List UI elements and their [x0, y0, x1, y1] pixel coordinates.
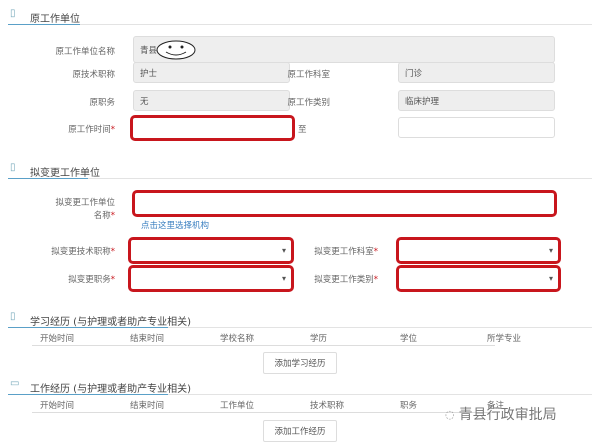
study-history-header: ▯ 学习经历 (与护理或者助产专业相关)	[8, 311, 592, 328]
category-field[interactable]: 临床护理	[398, 90, 555, 111]
new-position-select[interactable]	[128, 265, 294, 292]
section-title: 原工作单位	[30, 14, 80, 25]
unit-name-field[interactable]: 青县	[133, 36, 555, 63]
column-header: 学历	[310, 334, 328, 344]
column-header: 工作单位	[220, 401, 255, 411]
new-dept-label: 拟变更工作科室*	[314, 247, 378, 257]
watermark: ◌ 青县行政审批局	[445, 404, 557, 424]
work-time-start-input[interactable]	[130, 115, 295, 141]
position-value: 无	[140, 96, 149, 107]
column-header: 学校名称	[220, 334, 255, 344]
tech-title-value: 护士	[140, 68, 158, 79]
column-header: 学位	[400, 334, 418, 344]
column-header: 开始时间	[40, 401, 75, 411]
work-time-label: 原工作时间*	[68, 125, 115, 135]
category-label: 原工作类别	[287, 98, 330, 108]
column-header: 职务	[400, 401, 418, 411]
position-label: 原职务	[89, 98, 115, 108]
column-header: 技术职称	[310, 401, 345, 411]
category-value: 临床护理	[405, 96, 440, 107]
new-unit-label: 拟变更工作单位 名称*	[55, 198, 115, 221]
column-header: 所学专业	[487, 334, 522, 344]
briefcase-icon: ▭	[10, 378, 20, 389]
section-new-unit-header: ▯ 拟变更工作单位	[8, 162, 592, 179]
building-icon: ▯	[10, 162, 16, 173]
section-original-unit-header: ▯ 原工作单位	[8, 8, 592, 25]
smiley-icon	[156, 40, 196, 59]
work-history-header: ▭ 工作经历 (与护理或者助产专业相关)	[8, 378, 592, 395]
building-icon: ▯	[10, 8, 16, 19]
new-category-select[interactable]	[396, 265, 561, 292]
tech-title-field[interactable]: 护士	[133, 62, 290, 83]
select-org-link[interactable]: 点击这里选择机构	[141, 219, 209, 231]
dept-field[interactable]: 门诊	[398, 62, 555, 83]
new-dept-select[interactable]	[396, 237, 561, 264]
dept-label: 原工作科室	[287, 70, 330, 80]
section-underline	[8, 394, 168, 395]
section-title: 工作经历 (与护理或者助产专业相关)	[30, 384, 191, 395]
book-icon: ▯	[10, 311, 16, 322]
add-study-button[interactable]: 添加学习经历	[263, 352, 337, 374]
work-time-end-input[interactable]	[398, 117, 555, 138]
section-underline	[8, 178, 88, 179]
new-position-label: 拟变更职务*	[68, 275, 115, 285]
new-category-label: 拟变更工作类别*	[314, 275, 378, 285]
column-header: 结束时间	[130, 334, 165, 344]
table-divider	[32, 412, 495, 413]
new-unit-input[interactable]	[132, 190, 557, 217]
tech-title-label: 原技术职称	[72, 70, 115, 80]
to-label: 至	[298, 125, 307, 135]
column-header: 开始时间	[40, 334, 75, 344]
section-underline	[8, 24, 80, 25]
watermark-text: 青县行政审批局	[458, 407, 557, 423]
new-tech-title-select[interactable]	[128, 237, 294, 264]
column-header: 结束时间	[130, 401, 165, 411]
add-work-button[interactable]: 添加工作经历	[263, 420, 337, 442]
dept-value: 门诊	[405, 68, 423, 79]
new-tech-title-label: 拟变更技术职称*	[51, 247, 115, 257]
section-title: 学习经历 (与护理或者助产专业相关)	[30, 317, 191, 328]
position-field[interactable]: 无	[133, 90, 290, 111]
wechat-icon: ◌	[445, 407, 455, 421]
unit-name-label: 原工作单位名称	[55, 47, 115, 57]
table-divider	[32, 345, 495, 346]
section-title: 拟变更工作单位	[30, 168, 100, 179]
section-underline	[8, 327, 168, 328]
